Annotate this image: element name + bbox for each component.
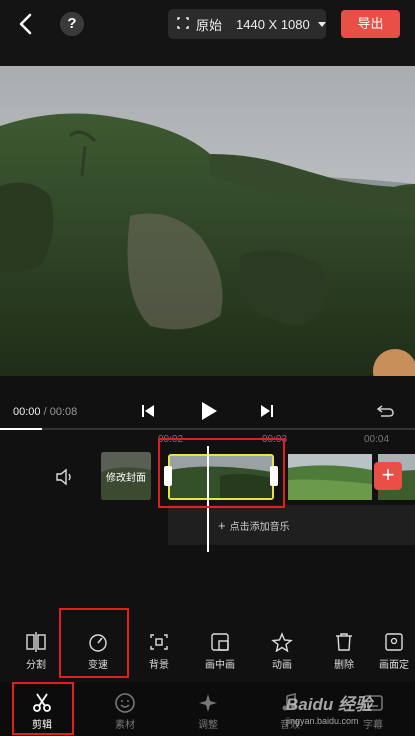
time-separator: / (43, 406, 47, 418)
tool-animation[interactable]: 动画 (251, 628, 313, 682)
tool-label: 删除 (334, 660, 354, 671)
tab-label: 素材 (115, 720, 135, 731)
help-icon[interactable]: ? (60, 12, 84, 36)
split-icon (26, 632, 46, 652)
trash-icon (336, 633, 352, 651)
playback-controls: 00:00 / 00:08 (0, 376, 415, 428)
tool-picture-in-picture[interactable]: 画中画 (189, 628, 251, 682)
tool-frame[interactable]: 画面定 (373, 628, 415, 682)
skip-forward-icon[interactable] (260, 403, 274, 424)
undo-icon[interactable] (376, 403, 395, 424)
video-preview[interactable] (0, 66, 415, 376)
edit-toolbar: 分割 变速 背景 画中画 动画 删除 画面定 (0, 608, 415, 682)
baidu-watermark: Baidu 经验 jingyan.baidu.com (270, 690, 410, 734)
top-bar: ? 原始 1440 X 1080 导出 (0, 0, 415, 66)
export-button[interactable]: 导出 (341, 10, 400, 38)
playback-progress (0, 428, 42, 430)
tool-label: 动画 (272, 660, 292, 671)
smiley-icon (115, 693, 135, 713)
volume-icon[interactable] (55, 468, 75, 491)
tool-delete[interactable]: 删除 (313, 628, 375, 682)
ruler-tick: 00:04 (364, 434, 390, 445)
add-music-label: + 点击添加音乐 (218, 518, 290, 533)
watermark-logo: Baidu 经验 (286, 695, 372, 714)
cover-thumbnail[interactable]: 修改封面 (101, 452, 151, 500)
star-animation-icon (271, 632, 293, 652)
highlight-box-clip (158, 438, 285, 508)
current-time: 00:00 (13, 406, 41, 418)
video-clip[interactable] (288, 454, 372, 500)
plus-icon: + (218, 518, 226, 533)
play-icon[interactable] (200, 401, 218, 426)
add-music-track[interactable]: + 点击添加音乐 (168, 505, 415, 545)
tool-background[interactable]: 背景 (128, 628, 190, 682)
background-icon (150, 634, 168, 650)
frame-icon (385, 633, 403, 651)
tab-materials[interactable]: 素材 (95, 682, 155, 736)
tool-label: 画面定 (379, 660, 409, 671)
crop-icon (176, 16, 190, 33)
tab-adjust[interactable]: 调整 (178, 682, 238, 736)
total-time: 00:08 (49, 406, 78, 418)
timeline-divider (0, 428, 415, 430)
highlight-box-speed (59, 608, 129, 678)
back-icon[interactable] (12, 10, 40, 38)
edit-cover-label: 修改封面 (106, 473, 146, 484)
chevron-down-icon (317, 21, 326, 27)
ratio-label: 原始 (196, 17, 223, 33)
timeline[interactable]: 00:02 00:03 00:04 修改封面 + + 点击添加音乐 (0, 428, 415, 628)
picture-in-picture-icon (211, 633, 229, 651)
tool-label: 背景 (149, 660, 169, 671)
add-clip-button[interactable]: + (374, 462, 402, 490)
aspect-ratio-selector[interactable]: 原始 1440 X 1080 (168, 9, 326, 39)
tool-label: 画中画 (205, 660, 235, 671)
adjust-icon (199, 694, 217, 712)
highlight-box-edit-tab (12, 682, 74, 735)
time-readout: 00:00 / 00:08 (13, 406, 77, 418)
tab-label: 调整 (198, 720, 218, 731)
watermark-url: jingyan.baidu.com (286, 716, 359, 726)
ratio-value: 1440 X 1080 (236, 16, 310, 32)
skip-back-icon[interactable] (141, 403, 155, 424)
tool-split[interactable]: 分割 (5, 628, 67, 682)
tool-label: 分割 (26, 660, 46, 671)
